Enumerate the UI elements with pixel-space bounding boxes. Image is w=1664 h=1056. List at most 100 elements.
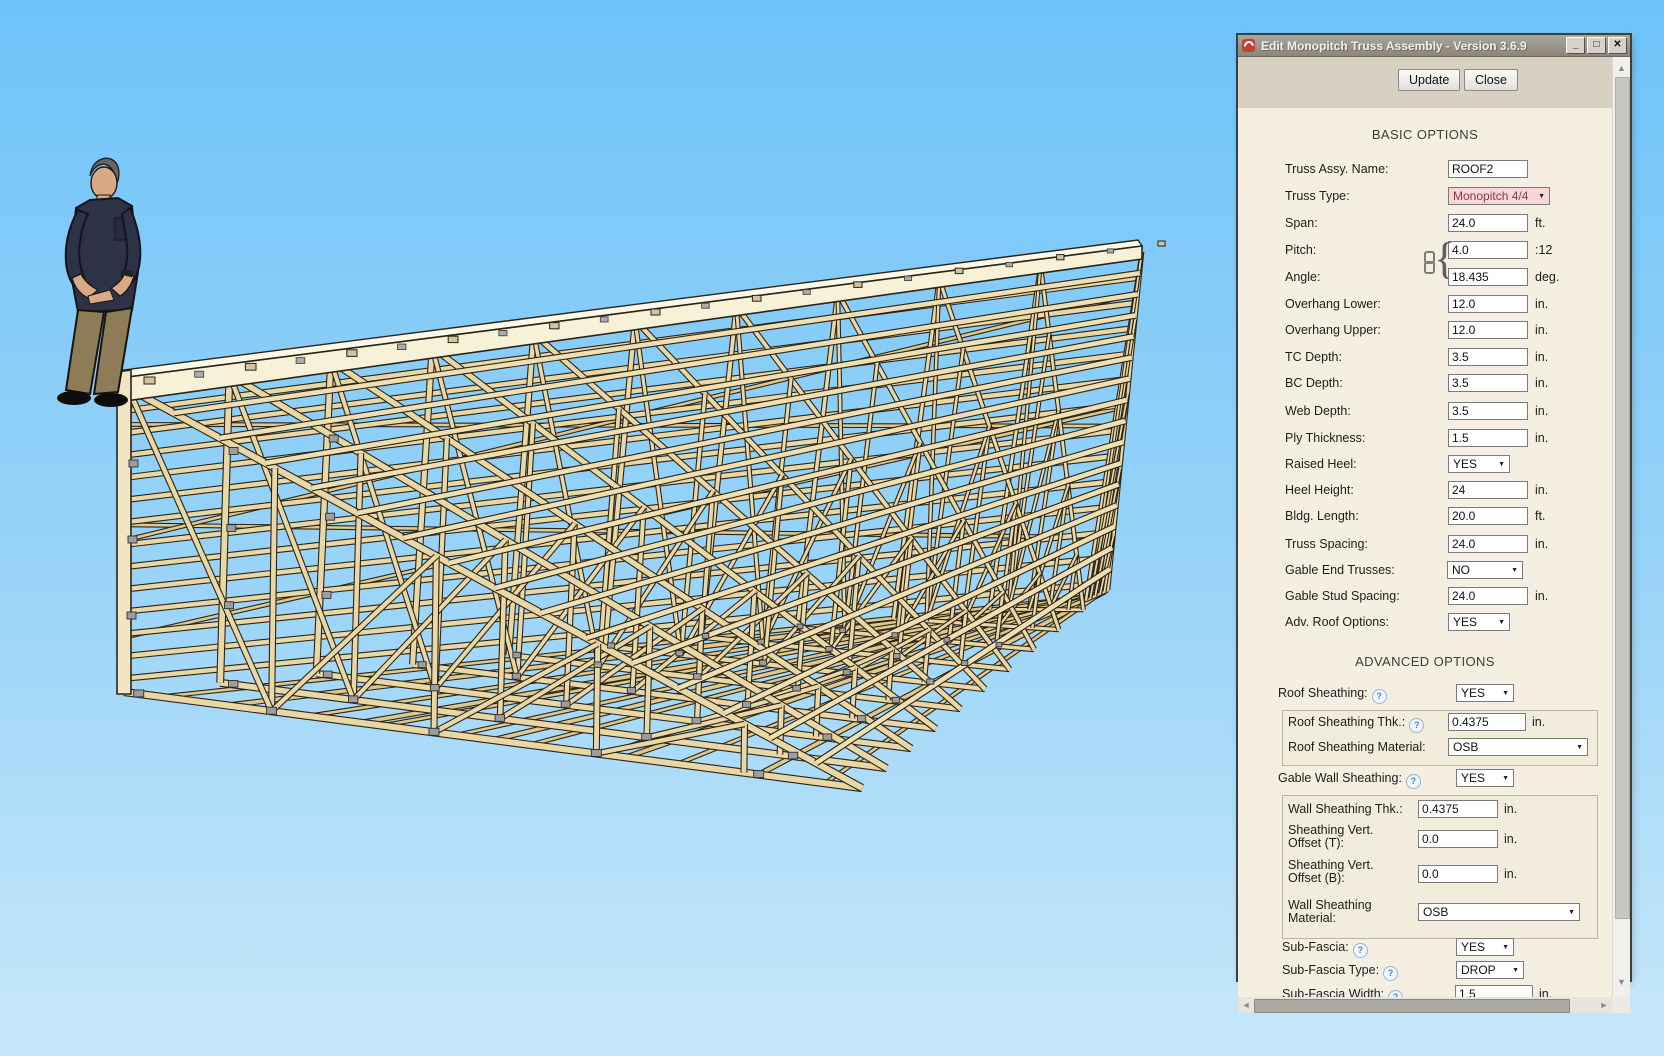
- bldg-length-unit: ft.: [1535, 509, 1546, 523]
- help-icon[interactable]: ?: [1383, 966, 1399, 981]
- vertical-scrollbar-thumb[interactable]: [1615, 77, 1630, 919]
- field-label-truss-spacing: Truss Spacing:: [1285, 537, 1368, 551]
- web-depth-unit: in.: [1535, 404, 1549, 418]
- dropdown-arrow-icon: ▼: [1502, 689, 1509, 697]
- dialog-titlebar[interactable]: Edit Monopitch Truss Assembly - Version …: [1238, 35, 1630, 57]
- gable-wall-sheathing-value: YES: [1461, 771, 1486, 785]
- overhang-lower-unit: in.: [1535, 297, 1549, 311]
- scroll-down-icon[interactable]: ▼: [1613, 977, 1630, 987]
- roof-sheathing-thk-input[interactable]: [1448, 713, 1526, 731]
- field-label-roof-sheathing-material: Roof Sheathing Material:: [1288, 740, 1426, 754]
- bc-depth-unit: in.: [1535, 376, 1549, 390]
- wall-sheathing-thk-input[interactable]: [1418, 800, 1498, 818]
- field-label-web-depth: Web Depth:: [1285, 404, 1351, 418]
- bldg-length-input[interactable]: [1448, 507, 1528, 525]
- ply-thickness-input[interactable]: [1448, 429, 1528, 447]
- close-button[interactable]: Close: [1464, 69, 1518, 91]
- dropdown-arrow-icon: ▼: [1498, 460, 1505, 468]
- raised-heel-value: YES: [1453, 457, 1478, 471]
- overhang-upper-input[interactable]: [1448, 321, 1528, 339]
- field-label-gable-stud-spacing: Gable Stud Spacing:: [1285, 589, 1400, 603]
- dialog-title: Edit Monopitch Truss Assembly - Version …: [1261, 38, 1527, 53]
- advanced-options-heading: ADVANCED OPTIONS: [1355, 654, 1495, 669]
- gable-stud-spacing-input[interactable]: [1448, 587, 1528, 605]
- angle-unit: deg.: [1535, 270, 1560, 284]
- field-label-tc-depth: TC Depth:: [1285, 350, 1342, 364]
- scroll-left-icon[interactable]: ◄: [1240, 1000, 1252, 1010]
- wall-sheathing-material-value: OSB: [1423, 905, 1449, 919]
- field-label-ply-thickness: Ply Thickness:: [1285, 431, 1366, 445]
- horizontal-scrollbar-thumb[interactable]: [1254, 999, 1570, 1013]
- sub-fascia-select[interactable]: YES ▼: [1456, 938, 1514, 956]
- field-label-heel-height: Heel Height:: [1285, 483, 1354, 497]
- overhang-lower-input[interactable]: [1448, 295, 1528, 313]
- adv-roof-options-select[interactable]: YES ▼: [1448, 613, 1510, 631]
- field-label-span: Span:: [1285, 216, 1318, 230]
- dialog-buttonbar: Update Close: [1238, 57, 1612, 108]
- help-icon[interactable]: ?: [1371, 689, 1387, 704]
- dropdown-arrow-icon: ▼: [1511, 566, 1518, 574]
- field-label-sub-fascia-type: Sub-Fascia Type:?: [1282, 963, 1399, 981]
- field-label-wall-sheathing-thk: Wall Sheathing Thk.:: [1288, 802, 1403, 816]
- vertical-scrollbar[interactable]: ▲ ▼: [1612, 57, 1630, 997]
- dropdown-arrow-icon: ▼: [1498, 618, 1505, 626]
- pitch-input[interactable]: [1448, 241, 1528, 259]
- close-window-button[interactable]: ✕: [1608, 37, 1627, 54]
- raised-heel-select[interactable]: YES ▼: [1448, 455, 1510, 473]
- roof-sheathing-select[interactable]: YES ▼: [1456, 684, 1514, 702]
- dropdown-arrow-icon: ▼: [1502, 774, 1509, 782]
- scroll-up-icon[interactable]: ▲: [1613, 63, 1630, 73]
- field-label-roof-sheathing: Roof Sheathing:?: [1278, 686, 1387, 704]
- scrollbar-corner: [1612, 997, 1630, 1013]
- field-label-angle: Angle:: [1285, 270, 1321, 284]
- field-label-wall-sheathing-material: Wall Sheathing Material:: [1288, 898, 1372, 925]
- span-input[interactable]: [1448, 214, 1528, 232]
- help-icon[interactable]: ?: [1405, 774, 1421, 789]
- truss-spacing-input[interactable]: [1448, 535, 1528, 553]
- web-depth-input[interactable]: [1448, 402, 1528, 420]
- minimize-button[interactable]: _: [1566, 37, 1585, 54]
- field-label-adv-roof-options: Adv. Roof Options:: [1285, 615, 1389, 629]
- dropdown-arrow-icon: ▼: [1576, 743, 1583, 751]
- sheathing-vert-offset-b-unit: in.: [1504, 867, 1518, 881]
- gable-end-trusses-select[interactable]: NO ▼: [1447, 561, 1523, 579]
- field-label-sub-fascia: Sub-Fascia:?: [1282, 940, 1368, 958]
- field-label-bc-depth: BC Depth:: [1285, 376, 1343, 390]
- field-label-sheathing-vert-offset-b: Sheathing Vert. Offset (B):: [1288, 858, 1374, 885]
- field-label-truss-type: Truss Type:: [1285, 189, 1350, 203]
- maximize-button[interactable]: □: [1587, 37, 1606, 54]
- angle-input[interactable]: [1448, 268, 1528, 286]
- truss-type-value: Monopitch 4/4: [1453, 189, 1529, 203]
- adv-roof-options-value: YES: [1453, 615, 1478, 629]
- bc-depth-input[interactable]: [1448, 374, 1528, 392]
- span-unit: ft.: [1535, 216, 1546, 230]
- field-label-raised-heel: Raised Heel:: [1285, 457, 1357, 471]
- help-icon[interactable]: ?: [1352, 943, 1368, 958]
- heel-height-input[interactable]: [1448, 481, 1528, 499]
- dropdown-arrow-icon: ▼: [1568, 908, 1575, 916]
- wall-sheathing-material-select[interactable]: OSB ▼: [1418, 903, 1580, 921]
- truss-assy-name-input[interactable]: [1448, 160, 1528, 178]
- ply-thickness-unit: in.: [1535, 431, 1549, 445]
- truss-spacing-unit: in.: [1535, 537, 1549, 551]
- scroll-right-icon[interactable]: ►: [1598, 1000, 1610, 1010]
- tc-depth-unit: in.: [1535, 350, 1549, 364]
- truss-type-select[interactable]: Monopitch 4/4 ▼: [1448, 187, 1550, 205]
- sub-fascia-type-select[interactable]: DROP ▼: [1456, 961, 1524, 979]
- roof-sheathing-material-select[interactable]: OSB ▼: [1448, 738, 1588, 756]
- roof-sheathing-material-value: OSB: [1453, 740, 1479, 754]
- app-icon: [1242, 39, 1255, 52]
- wall-sheathing-thk-unit: in.: [1504, 802, 1518, 816]
- tc-depth-input[interactable]: [1448, 348, 1528, 366]
- help-icon[interactable]: ?: [1409, 718, 1425, 733]
- horizontal-scrollbar[interactable]: ◄ ►: [1238, 997, 1612, 1013]
- sheathing-vert-offset-b-input[interactable]: [1418, 865, 1498, 883]
- sheathing-vert-offset-t-input[interactable]: [1418, 830, 1498, 848]
- pitch-unit: :12: [1535, 243, 1553, 257]
- dropdown-arrow-icon: ▼: [1538, 192, 1545, 200]
- update-button[interactable]: Update: [1398, 69, 1461, 91]
- gable-wall-sheathing-select[interactable]: YES ▼: [1456, 769, 1514, 787]
- field-label-gable-wall-sheathing: Gable Wall Sheathing:?: [1278, 771, 1421, 789]
- roof-sheathing-thk-unit: in.: [1532, 715, 1546, 729]
- field-label-sheathing-vert-offset-t: Sheathing Vert. Offset (T):: [1288, 823, 1374, 850]
